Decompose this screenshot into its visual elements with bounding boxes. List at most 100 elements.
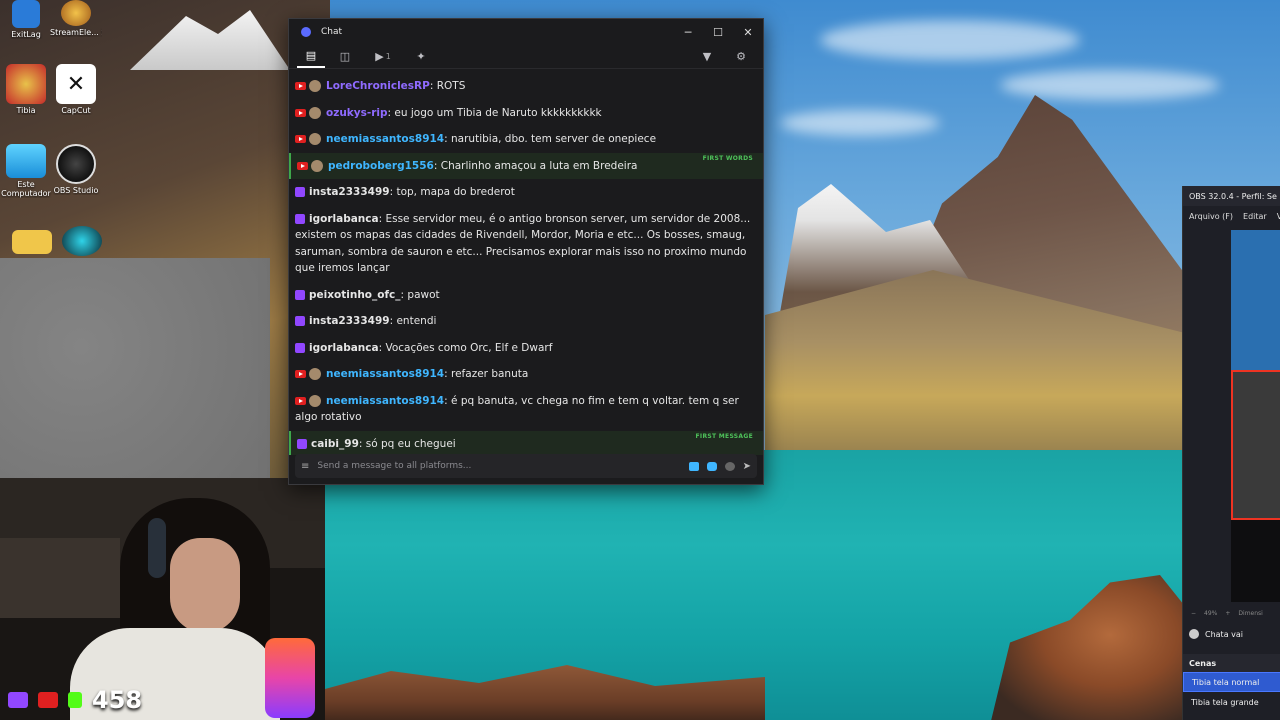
- headset: [148, 518, 166, 578]
- exitlag-icon: [12, 0, 40, 28]
- app-icon: [62, 226, 102, 256]
- desktop-icon-tibia[interactable]: Tibia: [0, 64, 52, 115]
- chat-username[interactable]: insta2333499: [309, 186, 390, 198]
- zoom-out-icon[interactable]: −: [1191, 610, 1196, 617]
- chat-username[interactable]: igorlabanca: [309, 342, 379, 354]
- zoom-in-icon[interactable]: +: [1225, 610, 1230, 617]
- chat-username[interactable]: peixotinho_ofc_: [309, 289, 401, 301]
- obs-scenes-panel: Cenas Tibia tela normal Tibia tela grand…: [1183, 654, 1280, 712]
- chat-separator: :: [444, 368, 448, 380]
- chat-message[interactable]: neemiassantos8914: é pq banuta, vc chega…: [289, 388, 763, 431]
- desktop-icon-streamelements[interactable]: StreamEle... SE.Live: [50, 0, 102, 37]
- youtube-badge-icon: [295, 396, 306, 405]
- twitch-badge-icon: [295, 342, 305, 353]
- chat-username[interactable]: neemiassantos8914: [326, 368, 444, 380]
- chat-message[interactable]: FIRST WORDS pedroboberg1556: Charlinho am…: [289, 152, 763, 179]
- chat-message[interactable]: igorlabanca: Esse servidor meu, é o anti…: [289, 206, 763, 282]
- obs-source-label: Chata vai: [1205, 629, 1243, 639]
- sparkle-icon[interactable]: ✦: [407, 46, 435, 68]
- chat-separator: :: [444, 394, 448, 407]
- desktop-icon-computer[interactable]: Este Computador: [0, 144, 52, 198]
- streamelements-icon: [61, 0, 91, 26]
- send-icon[interactable]: ➤: [743, 461, 751, 472]
- twitch-icon: [8, 692, 28, 708]
- obs-dimension-label: Dimensi: [1238, 609, 1263, 617]
- chat-message[interactable]: insta2333499: entendi: [289, 308, 763, 335]
- chat-message-text: narutibia, dbo. tem server de onepiece: [451, 133, 657, 145]
- chat-username[interactable]: neemiassantos8914: [326, 395, 444, 407]
- filter-icon[interactable]: ▼: [693, 46, 721, 68]
- obs-titlebar[interactable]: OBS 32.0.4 - Perfil: Se: [1183, 186, 1280, 206]
- obs-menu-editar[interactable]: Editar: [1243, 212, 1267, 221]
- obs-source-item[interactable]: Chata vai: [1183, 624, 1280, 644]
- wallpaper-cloud: [1000, 70, 1220, 100]
- chat-username[interactable]: LoreChroniclesRP: [326, 80, 430, 92]
- obs-preview[interactable]: [1231, 230, 1280, 602]
- chat-message[interactable]: igorlabanca: Vocações como Orc, Elf e Dw…: [289, 335, 763, 362]
- kick-icon: [68, 692, 82, 708]
- youtube-badge-icon: [295, 108, 306, 117]
- all-chats-tab-icon[interactable]: ▤: [297, 46, 325, 68]
- chat-message-text: pawot: [407, 288, 440, 301]
- avatar: [309, 368, 321, 380]
- source-icon: [1189, 629, 1199, 639]
- chat-message-text: refazer banuta: [451, 368, 529, 380]
- maximize-icon[interactable]: ☐: [703, 19, 733, 45]
- obs-scene-item[interactable]: Tibia tela grande: [1183, 692, 1280, 712]
- twitch-badge-icon: [295, 316, 305, 326]
- desktop-icon-exitlag[interactable]: ExitLag: [0, 0, 52, 39]
- chat-username[interactable]: igorlabanca: [309, 213, 379, 225]
- chat-message-text: entendi: [396, 315, 437, 327]
- chat-separator: :: [378, 212, 383, 225]
- chat-window-title: Chat: [321, 27, 343, 37]
- youtube-badge-icon: [295, 370, 306, 378]
- chat-username[interactable]: insta2333499: [309, 315, 390, 327]
- menu-icon[interactable]: ≡: [301, 461, 309, 472]
- capcut-icon: ✕: [56, 64, 96, 104]
- tibia-icon: [6, 64, 46, 104]
- chat-username[interactable]: caibi_99: [311, 438, 359, 450]
- gear-icon[interactable]: ⚙: [727, 46, 755, 68]
- folder-icon: [12, 230, 52, 254]
- obs-window[interactable]: OBS 32.0.4 - Perfil: Se Arquivo (F) Edit…: [1182, 186, 1280, 720]
- chat-message[interactable]: FIRST MESSAGE caibi_99: só pq eu cheguei: [289, 430, 763, 455]
- obs-scene-item[interactable]: Tibia tela normal: [1183, 672, 1280, 692]
- twitch-badge-icon: [295, 289, 305, 300]
- wallpaper-cloud: [780, 110, 940, 136]
- chat-message[interactable]: neemiassantos8914: narutibia, dbo. tem s…: [289, 126, 763, 153]
- chat-window[interactable]: Chat ─ ☐ ✕ ▤ ◫ ▶ 1 ✦ ▼ ⚙ LoreChroniclesR…: [288, 18, 764, 485]
- chat-message[interactable]: insta2333499: top, mapa do brederot: [289, 179, 763, 206]
- youtube-tab[interactable]: ▶ 1: [365, 46, 401, 68]
- chat-username[interactable]: ozukys-rip: [326, 107, 388, 119]
- emoji-icon[interactable]: [724, 461, 735, 471]
- chat-message[interactable]: ozukys-rip: eu jogo um Tibia de Naruto k…: [289, 100, 763, 127]
- chat-separator: :: [400, 288, 405, 301]
- minimize-icon[interactable]: ─: [673, 19, 703, 45]
- youtube-badge-icon: [297, 161, 308, 170]
- rgb-lamp: [265, 638, 315, 718]
- avatar: [309, 106, 321, 119]
- chat-input-bar: ≡ Send a message to all platforms... ➤: [295, 454, 757, 478]
- avatar: [309, 394, 321, 407]
- twitch-target-icon[interactable]: [688, 461, 699, 471]
- chat-titlebar[interactable]: Chat ─ ☐ ✕: [289, 19, 763, 45]
- desktop-icon-capcut[interactable]: ✕ CapCut: [50, 64, 102, 115]
- chat-message[interactable]: LoreChroniclesRP: ROTS: [289, 73, 763, 100]
- twitch-tab-icon[interactable]: ◫: [331, 46, 359, 68]
- chat-message[interactable]: neemiassantos8914: refazer banuta: [289, 361, 763, 388]
- desktop-icon-app[interactable]: [56, 226, 108, 256]
- chat-app-icon: [301, 27, 311, 37]
- chat-message-list[interactable]: LoreChroniclesRP: ROTS ozukys-rip: eu jog…: [289, 73, 763, 455]
- youtube-badge-icon: [295, 135, 306, 143]
- youtube-tab-count: 1: [385, 52, 391, 61]
- youtube-target-icon[interactable]: [706, 461, 717, 471]
- obs-menu-arquivo[interactable]: Arquivo (F): [1189, 212, 1233, 221]
- chat-username[interactable]: neemiassantos8914: [326, 133, 444, 145]
- chat-username[interactable]: pedroboberg1556: [328, 160, 434, 172]
- chat-message[interactable]: peixotinho_ofc_: pawot: [289, 282, 763, 309]
- chat-input[interactable]: Send a message to all platforms...: [317, 461, 680, 471]
- desktop-icon-obs[interactable]: OBS Studio: [50, 144, 102, 195]
- close-icon[interactable]: ✕: [733, 19, 763, 45]
- desktop-icon-folder[interactable]: [6, 230, 58, 254]
- obs-icon: [56, 144, 96, 184]
